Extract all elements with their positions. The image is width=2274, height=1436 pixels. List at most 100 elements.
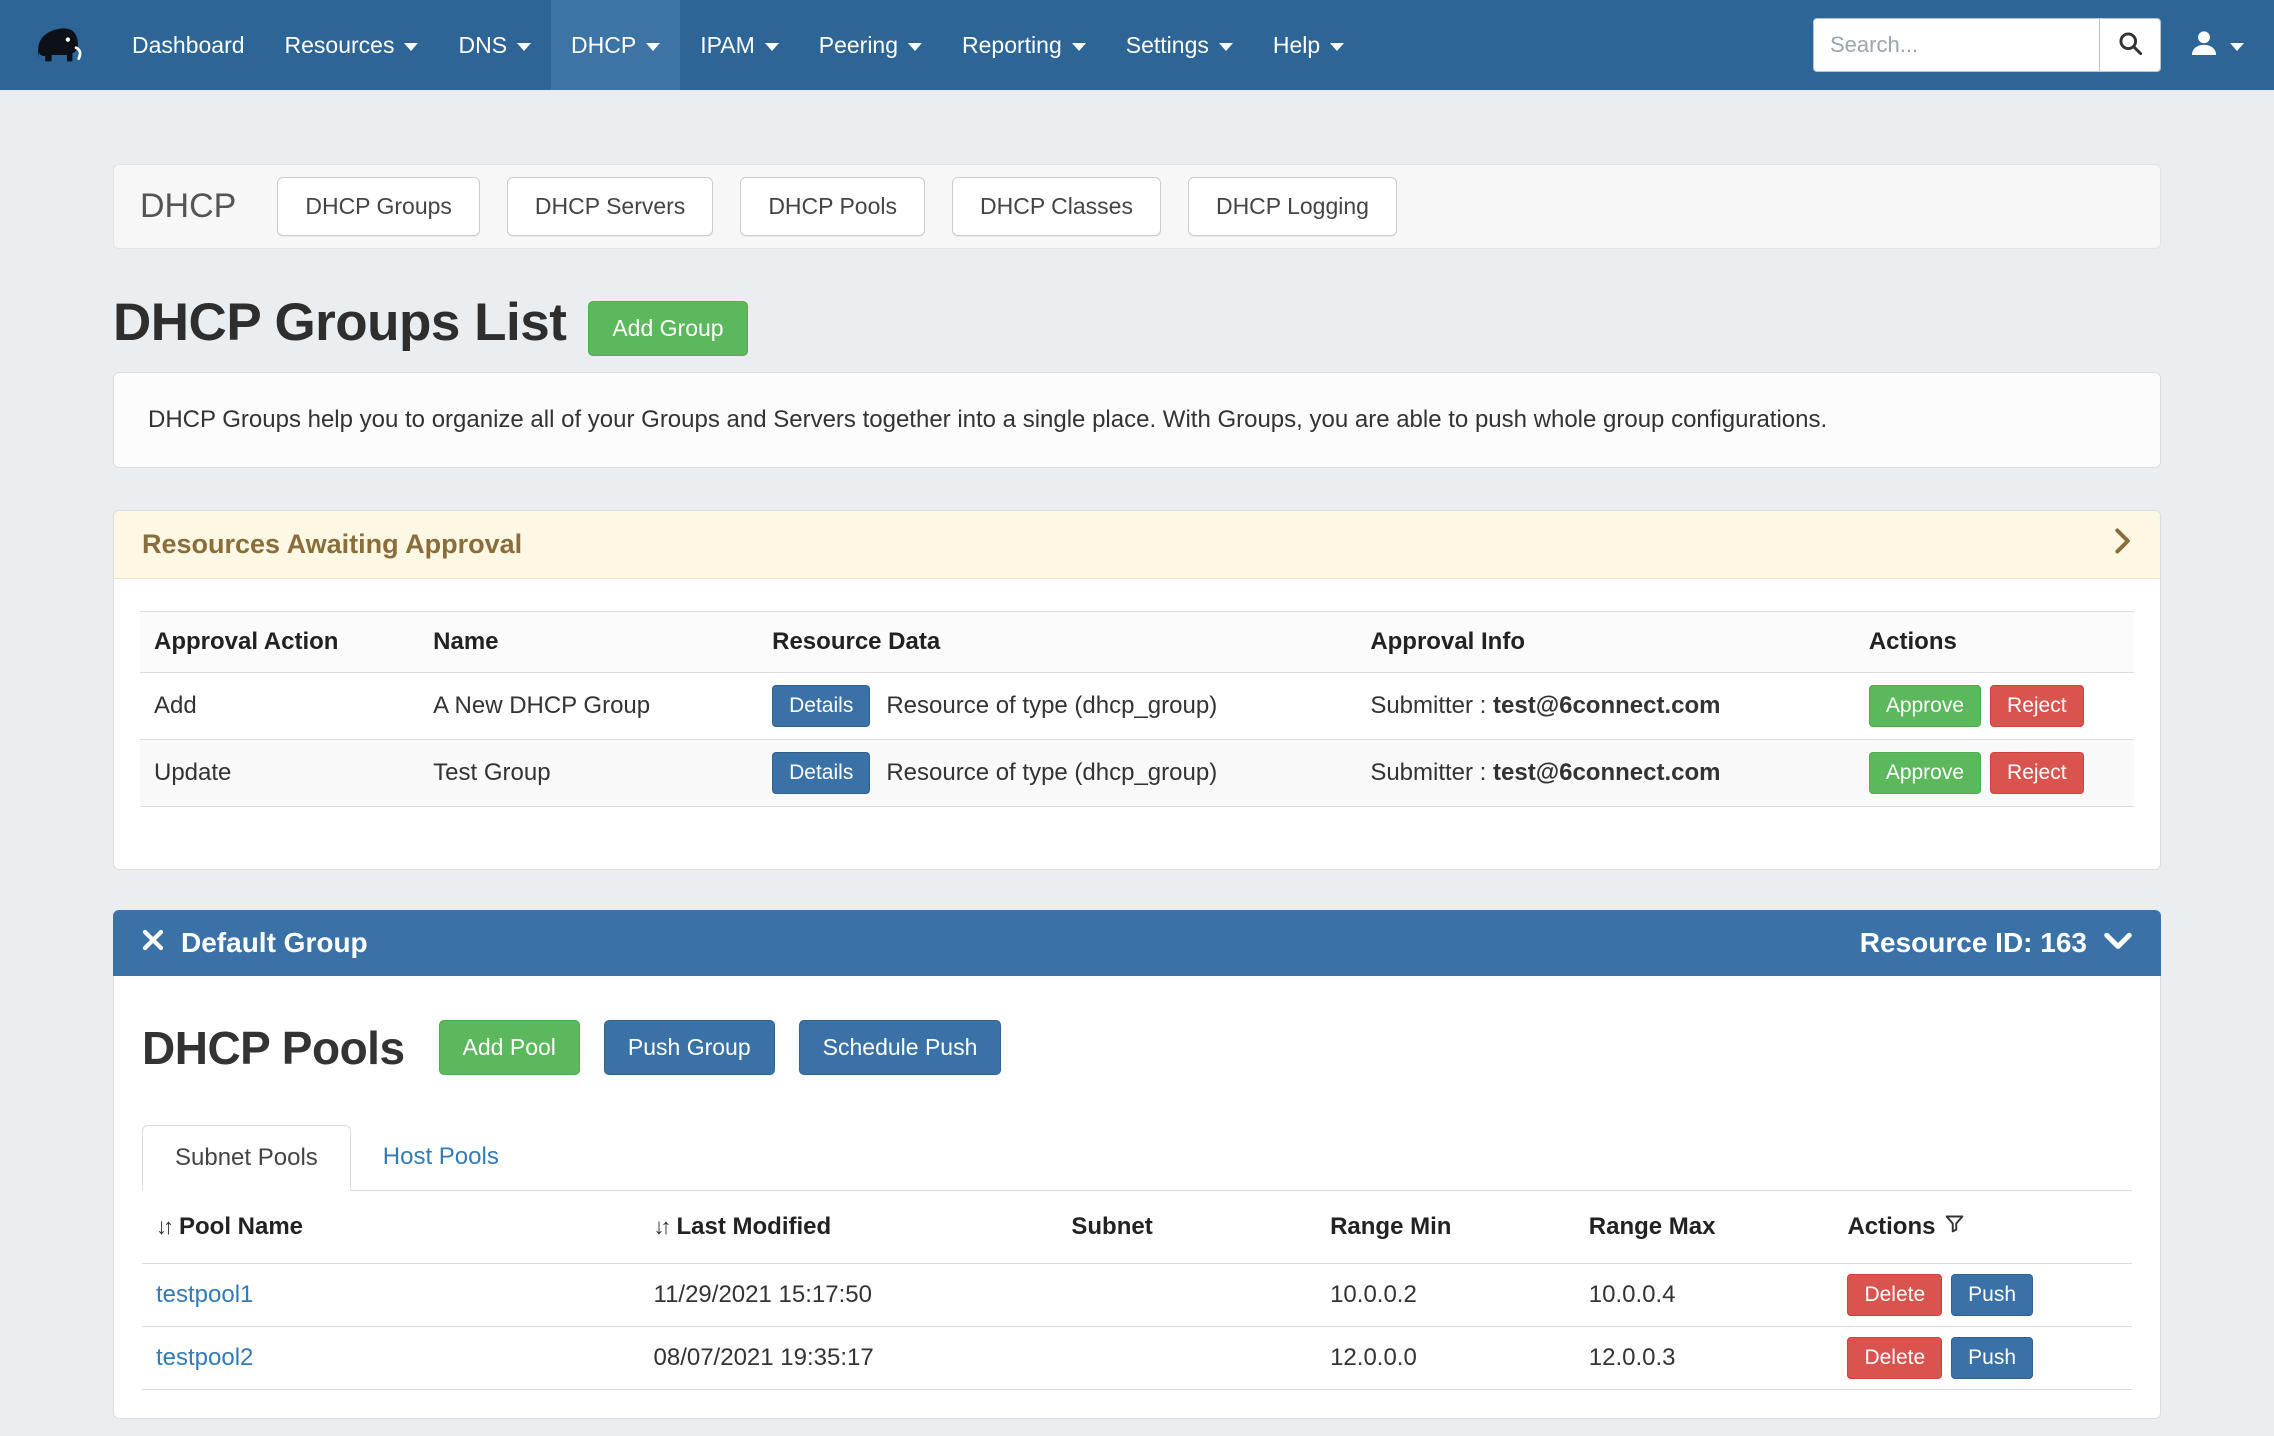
- close-icon[interactable]: [141, 927, 165, 959]
- submitter-label: Submitter :: [1370, 759, 1486, 786]
- group-panel-body: DHCP Pools Add Pool Push Group Schedule …: [113, 976, 2161, 1419]
- delete-button[interactable]: Delete: [1847, 1337, 1942, 1379]
- range-min-cell: 12.0.0.0: [1316, 1327, 1575, 1390]
- chevron-down-icon: [517, 43, 531, 51]
- pool-link[interactable]: testpool1: [156, 1281, 253, 1308]
- push-group-button[interactable]: Push Group: [604, 1020, 775, 1075]
- col-approval-info: Approval Info: [1356, 612, 1855, 673]
- actions-cell: Approve Reject: [1855, 740, 2134, 807]
- group-panel-header: Default Group Resource ID: 163: [113, 910, 2161, 976]
- nav-label: DNS: [458, 32, 507, 59]
- approve-button[interactable]: Approve: [1869, 685, 1981, 727]
- dhcp-groups-button[interactable]: DHCP Groups: [277, 177, 480, 236]
- search-icon: [2117, 30, 2144, 60]
- nav-item-dhcp[interactable]: DHCP: [551, 0, 680, 90]
- nav-item-dns[interactable]: DNS: [438, 0, 551, 90]
- approval-panel: Resources Awaiting Approval Approval Act…: [113, 510, 2161, 870]
- dhcp-classes-button[interactable]: DHCP Classes: [952, 177, 1161, 236]
- dhcp-toolbar: DHCP DHCP Groups DHCP Servers DHCP Pools…: [113, 164, 2161, 249]
- search-button[interactable]: [2099, 18, 2161, 72]
- col-actions: Actions: [1855, 612, 2134, 673]
- pool-name-cell: testpool2: [142, 1327, 640, 1390]
- reject-button[interactable]: Reject: [1990, 752, 2084, 794]
- chevron-right-icon[interactable]: [2112, 527, 2132, 562]
- chevron-down-icon: [765, 43, 779, 51]
- table-row: testpool1 11/29/2021 15:17:50 10.0.0.2 1…: [142, 1264, 2132, 1327]
- page-title: DHCP Groups List: [113, 292, 566, 353]
- tab-subnet-pools[interactable]: Subnet Pools: [142, 1125, 351, 1191]
- table-row: testpool2 08/07/2021 19:35:17 12.0.0.0 1…: [142, 1327, 2132, 1390]
- pool-actions-cell: Delete Push: [1833, 1264, 2132, 1327]
- search-input[interactable]: [1813, 18, 2099, 72]
- dhcp-logging-button[interactable]: DHCP Logging: [1188, 177, 1397, 236]
- col-subnet: Subnet: [1057, 1191, 1316, 1264]
- nav-label: Peering: [819, 32, 898, 59]
- nav-item-ipam[interactable]: IPAM: [680, 0, 799, 90]
- approval-name-cell: A New DHCP Group: [419, 673, 758, 740]
- default-group-panel: Default Group Resource ID: 163 DHCP Pool…: [113, 910, 2161, 1419]
- actions-cell: Approve Reject: [1855, 673, 2134, 740]
- chevron-down-icon[interactable]: [2103, 927, 2133, 959]
- details-button[interactable]: Details: [772, 752, 870, 794]
- resource-data-cell: Details Resource of type (dhcp_group): [758, 673, 1356, 740]
- chevron-down-icon: [908, 43, 922, 51]
- col-range-min: Range Min: [1316, 1191, 1575, 1264]
- schedule-push-button[interactable]: Schedule Push: [799, 1020, 1002, 1075]
- description-well: DHCP Groups help you to organize all of …: [113, 372, 2161, 468]
- approval-panel-title: Resources Awaiting Approval: [142, 529, 522, 560]
- dhcp-toolbar-title: DHCP: [140, 187, 236, 226]
- add-pool-button[interactable]: Add Pool: [439, 1020, 580, 1075]
- range-min-cell: 10.0.0.2: [1316, 1264, 1575, 1327]
- mammoth-logo-icon[interactable]: [28, 16, 86, 74]
- approve-button[interactable]: Approve: [1869, 752, 1981, 794]
- details-button[interactable]: Details: [772, 685, 870, 727]
- user-icon: [2187, 26, 2221, 65]
- col-range-max: Range Max: [1575, 1191, 1834, 1264]
- submitter-email: test@6connect.com: [1493, 759, 1720, 786]
- range-max-cell: 12.0.0.3: [1575, 1327, 1834, 1390]
- tab-host-pools[interactable]: Host Pools: [351, 1125, 531, 1190]
- sort-icon[interactable]: ↓↑: [156, 1214, 170, 1240]
- push-button[interactable]: Push: [1951, 1274, 2033, 1316]
- approval-action-cell: Add: [140, 673, 419, 740]
- resource-id-label: Resource ID: 163: [1860, 927, 2087, 959]
- user-menu[interactable]: [2187, 26, 2244, 65]
- nav-item-dashboard[interactable]: Dashboard: [112, 0, 265, 90]
- col-last-modified: ↓↑ Last Modified: [640, 1191, 1058, 1264]
- range-max-cell: 10.0.0.4: [1575, 1264, 1834, 1327]
- nav-item-reporting[interactable]: Reporting: [942, 0, 1106, 90]
- approval-panel-body: Approval Action Name Resource Data Appro…: [114, 579, 2160, 869]
- last-modified-cell: 08/07/2021 19:35:17: [640, 1327, 1058, 1390]
- chevron-down-icon: [1072, 43, 1086, 51]
- dhcp-servers-button[interactable]: DHCP Servers: [507, 177, 713, 236]
- nav-label: IPAM: [700, 32, 755, 59]
- navbar-right: [1813, 0, 2244, 90]
- filter-icon[interactable]: [1944, 1213, 1965, 1241]
- nav-item-peering[interactable]: Peering: [799, 0, 942, 90]
- add-group-button[interactable]: Add Group: [588, 301, 747, 356]
- chevron-down-icon: [2230, 43, 2244, 51]
- delete-button[interactable]: Delete: [1847, 1274, 1942, 1316]
- nav-item-help[interactable]: Help: [1253, 0, 1364, 90]
- pools-heading: DHCP Pools: [142, 1021, 405, 1075]
- col-pool-actions: Actions: [1833, 1191, 2132, 1264]
- approval-info-cell: Submitter : test@6connect.com: [1356, 740, 1855, 807]
- pool-link[interactable]: testpool2: [156, 1344, 253, 1371]
- table-row: Add A New DHCP Group Details Resource of…: [140, 673, 2134, 740]
- approval-panel-header[interactable]: Resources Awaiting Approval: [114, 511, 2160, 579]
- page-head: DHCP Groups List Add Group: [113, 289, 2161, 356]
- nav-item-settings[interactable]: Settings: [1106, 0, 1253, 90]
- sort-icon[interactable]: ↓↑: [654, 1214, 668, 1240]
- submitter-label: Submitter :: [1370, 692, 1486, 719]
- col-resource-data: Resource Data: [758, 612, 1356, 673]
- last-modified-cell: 11/29/2021 15:17:50: [640, 1264, 1058, 1327]
- pools-tabs: Subnet Pools Host Pools: [142, 1125, 2132, 1191]
- pools-header-row: ↓↑ Pool Name ↓↑ Last Modified Subnet Ran…: [142, 1191, 2132, 1264]
- reject-button[interactable]: Reject: [1990, 685, 2084, 727]
- nav-label: Help: [1273, 32, 1320, 59]
- resource-data-text: Resource of type (dhcp_group): [886, 759, 1217, 787]
- nav-item-resources[interactable]: Resources: [265, 0, 439, 90]
- pool-name-cell: testpool1: [142, 1264, 640, 1327]
- dhcp-pools-button[interactable]: DHCP Pools: [740, 177, 925, 236]
- push-button[interactable]: Push: [1951, 1337, 2033, 1379]
